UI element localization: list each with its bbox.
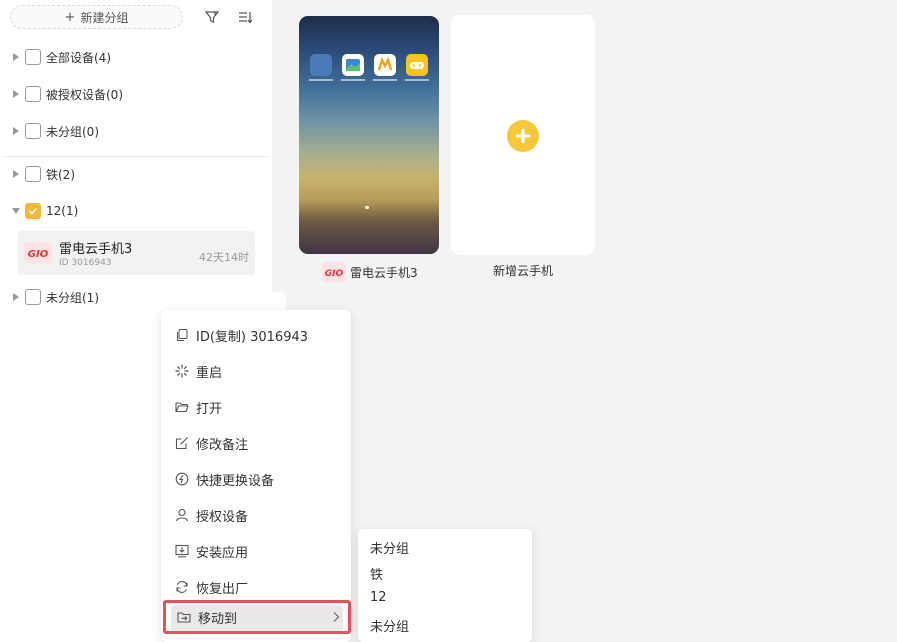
menu-item-open[interactable]: 打开 [161, 389, 351, 425]
sort-icon[interactable] [236, 8, 254, 26]
menu-label: 重启 [196, 365, 223, 381]
edit-icon [174, 435, 190, 451]
group-label: 未分组(0) [46, 124, 99, 139]
menu-label: 安装应用 [196, 545, 249, 561]
group-label: 未分组(1) [46, 290, 99, 305]
group-checkbox[interactable] [25, 49, 41, 65]
menu-label: 恢复出厂 [196, 581, 249, 597]
device-list-item[interactable]: GIO 雷电云手机3 ID 3016943 42天14时 [18, 231, 255, 275]
phone-name: 雷电云手机3 [350, 265, 418, 280]
submenu-item-ungrouped-2[interactable]: 未分组 [370, 616, 409, 635]
group-checkbox[interactable] [25, 166, 41, 182]
device-remaining-time: 42天14时 [199, 251, 249, 264]
phone-caption: GIO 雷电云手机3 [322, 262, 418, 282]
restart-icon [174, 363, 190, 379]
group-12[interactable]: 12(1) [0, 199, 272, 223]
menu-item-move-to[interactable]: 移动到 [163, 600, 351, 634]
device-id: ID 3016943 [59, 258, 112, 268]
move-to-highlight [171, 605, 343, 631]
context-menu: ID(复制) 3016943 重启 打开 修改备注 快捷更换设备 授权设备 安装… [161, 310, 351, 642]
svg-text:GIO: GIO [325, 269, 344, 279]
group-all-devices[interactable]: 全部设备(4) [0, 45, 272, 69]
menu-label: 打开 [196, 401, 223, 417]
group-checkbox[interactable] [25, 289, 41, 305]
menu-label: 授权设备 [196, 509, 249, 525]
menu-item-quick-replace[interactable]: 快捷更换设备 [161, 461, 351, 497]
device-name: 雷电云手机3 [59, 242, 133, 257]
move-icon [176, 609, 192, 625]
expand-arrow-icon[interactable] [13, 53, 19, 61]
sidebar-toolbar: + 新建分组 [0, 0, 272, 34]
cloud-phone-screen[interactable] [299, 16, 439, 254]
add-cloud-phone-card[interactable] [451, 15, 595, 255]
group-label: 被授权设备(0) [46, 87, 123, 102]
expand-arrow-icon[interactable] [13, 127, 19, 135]
new-group-button[interactable]: + 新建分组 [10, 5, 183, 29]
menu-label: 快捷更换设备 [196, 473, 275, 489]
expand-arrow-icon[interactable] [13, 90, 19, 98]
folder-open-icon [174, 399, 190, 415]
sidebar-divider [4, 156, 268, 157]
svg-text:GIO: GIO [28, 249, 49, 260]
menu-item-authorize[interactable]: 授权设备 [161, 497, 351, 533]
group-checkbox[interactable] [25, 86, 41, 102]
chevron-right-icon [332, 611, 340, 626]
gallery-app-icon [342, 54, 364, 76]
menu-label: 修改备注 [196, 437, 249, 453]
filter-icon[interactable] [203, 8, 221, 26]
user-icon [174, 507, 190, 523]
plus-icon: + [64, 9, 76, 25]
phone-logo: GIO [322, 262, 346, 282]
group-label: 全部设备(4) [46, 50, 111, 65]
expand-arrow-icon[interactable] [13, 170, 19, 178]
game-app-icon [406, 54, 428, 76]
device-logo: GIO [24, 241, 52, 265]
group-tie[interactable]: 铁(2) [0, 162, 272, 186]
install-icon [174, 543, 190, 559]
submenu-item-ungrouped[interactable]: 未分组 [370, 538, 409, 557]
group-label: 铁(2) [46, 167, 75, 182]
group-ungrouped[interactable]: 未分组(0) [0, 119, 272, 143]
copy-icon [174, 327, 190, 343]
menu-item-restart[interactable]: 重启 [161, 353, 351, 389]
group-label: 12(1) [46, 204, 79, 218]
collapse-arrow-icon[interactable] [12, 208, 20, 214]
refresh-icon [174, 579, 190, 595]
group-checkbox-checked[interactable] [25, 203, 41, 219]
expand-arrow-icon[interactable] [13, 293, 19, 301]
submenu-item-12[interactable]: 12 [370, 590, 387, 605]
phone-status-bar [303, 18, 435, 25]
m-app-icon [374, 54, 396, 76]
move-to-submenu: 未分组 铁 12 未分组 [358, 529, 532, 642]
move-to-label: 移动到 [198, 612, 238, 627]
menu-item-edit-note[interactable]: 修改备注 [161, 425, 351, 461]
check-icon [28, 207, 38, 215]
add-plus-icon[interactable] [507, 120, 539, 152]
folder-app-icon [310, 54, 332, 76]
add-cloud-phone-label: 新增云手机 [493, 264, 554, 278]
group-checkbox[interactable] [25, 123, 41, 139]
new-group-label: 新建分组 [80, 10, 129, 25]
group-authorized-devices[interactable]: 被授权设备(0) [0, 82, 272, 106]
menu-item-install-app[interactable]: 安装应用 [161, 533, 351, 569]
submenu-item-tie[interactable]: 铁 [370, 564, 383, 583]
lightning-icon [174, 471, 190, 487]
menu-label: ID(复制) 3016943 [196, 329, 309, 345]
menu-item-copy-id[interactable]: ID(复制) 3016943 [161, 317, 351, 353]
group-ungrouped-2[interactable]: 未分组(1) [0, 285, 272, 309]
